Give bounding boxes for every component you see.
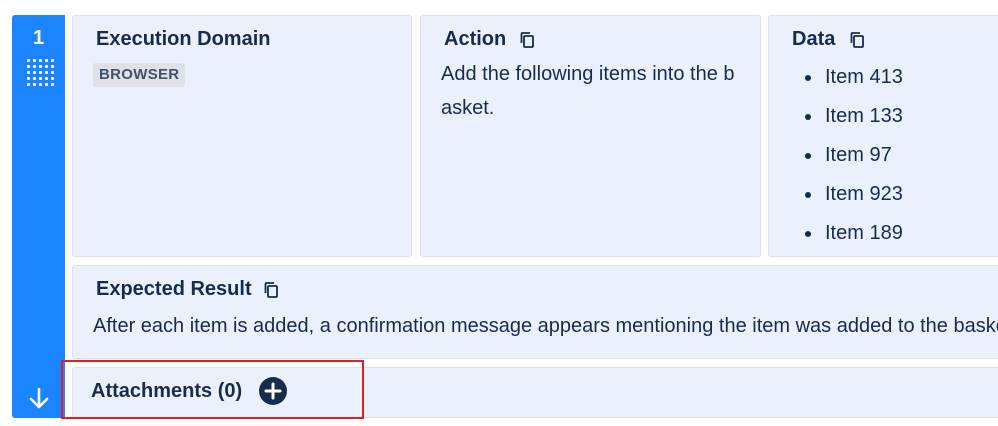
list-item: Item 97	[823, 136, 903, 175]
attachments-card: Attachments (0)	[72, 367, 998, 418]
data-title: Data	[792, 28, 836, 50]
step-number: 1	[32, 27, 45, 49]
execution-domain-card: Execution Domain BROWSER	[72, 15, 412, 257]
add-attachment-button[interactable]	[259, 377, 287, 405]
drag-handle-icon[interactable]	[25, 57, 54, 92]
data-list: Item 413 Item 133 Item 97 Item 923 Item …	[799, 58, 903, 253]
attachments-label: Attachments (0)	[91, 380, 243, 402]
expected-result-title: Expected Result	[96, 278, 252, 300]
plus-icon	[264, 382, 282, 400]
action-card: Action Add the following items into the …	[420, 15, 761, 257]
action-title: Action	[444, 28, 507, 50]
copy-icon[interactable]	[519, 31, 535, 49]
expected-result-card: Expected Result After each item is added…	[72, 265, 998, 359]
list-item: Item 413	[823, 58, 903, 97]
list-item: Item 923	[823, 175, 903, 214]
expected-result-text: After each item is added, a confirmation…	[93, 315, 998, 337]
copy-icon[interactable]	[263, 281, 279, 299]
list-item: Item 133	[823, 97, 903, 136]
execution-domain-badge: BROWSER	[93, 63, 186, 87]
step-rail: 1	[12, 15, 65, 418]
data-card: Data Item 413 Item 133 Item 97 Item 923 …	[768, 15, 998, 257]
copy-icon[interactable]	[849, 31, 865, 49]
list-item: Item 189	[823, 214, 903, 253]
action-text: Add the following items into the basket.	[441, 63, 735, 119]
execution-domain-title: Execution Domain	[96, 28, 271, 50]
arrow-down-icon[interactable]	[26, 385, 52, 411]
